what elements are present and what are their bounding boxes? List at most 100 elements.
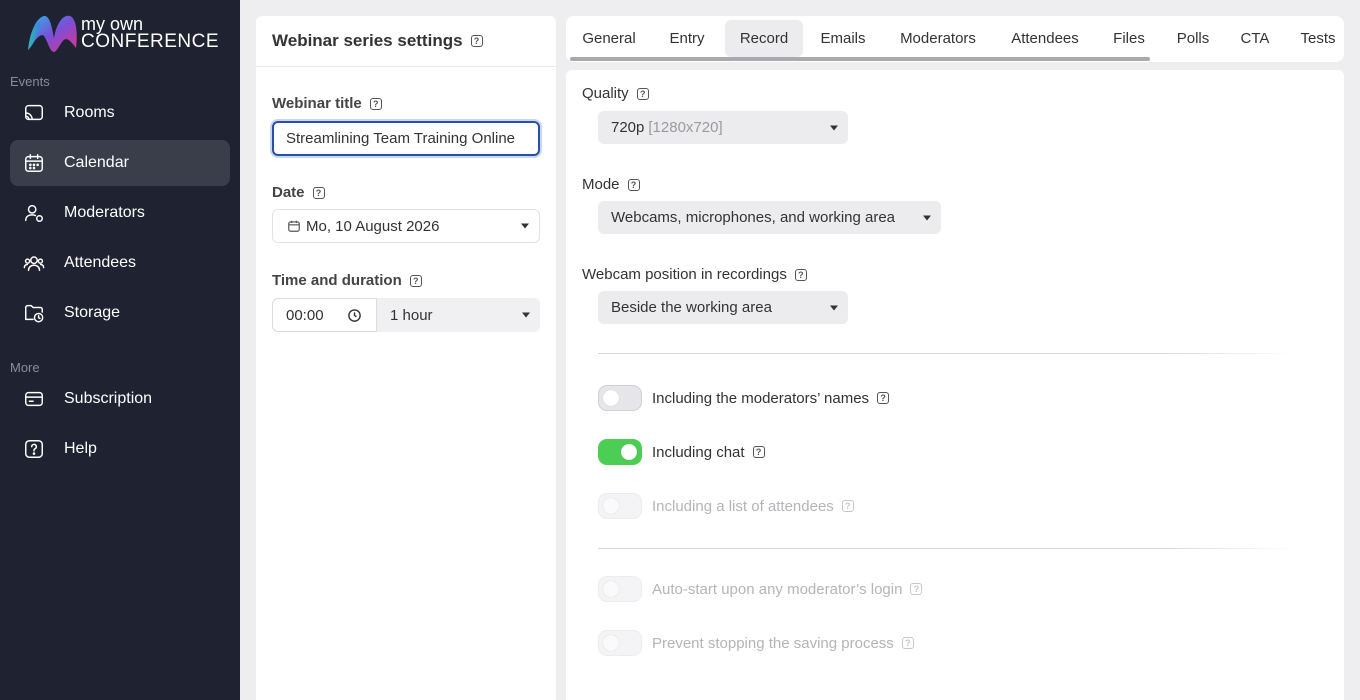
logo[interactable]: my own CONFERENCE [26, 12, 226, 56]
mode-value: Webcams, microphones, and working area [611, 209, 896, 226]
toggle-knob [603, 635, 619, 651]
help-icon [22, 437, 46, 461]
chevron-down-icon [830, 305, 838, 310]
tab-polls[interactable]: Polls [1166, 20, 1220, 57]
sidebar-item-help[interactable]: Help [10, 426, 230, 472]
logo-line2: CONFERENCE [81, 31, 220, 52]
chevron-down-icon [521, 223, 529, 229]
mode-label-text: Mode [582, 176, 620, 193]
sidebar-item-label: Attendees [64, 254, 137, 271]
webcam-position-label: Webcam position in recordings? [582, 266, 807, 283]
tabs-scrollbar[interactable] [570, 57, 1150, 61]
help-icon[interactable]: ? [636, 88, 649, 101]
sidebar-item-label: Calendar [64, 154, 129, 171]
help-icon[interactable]: ? [752, 446, 765, 458]
panel-header: Webinar series settings ? [256, 16, 556, 67]
panel-title: Webinar series settings [272, 31, 463, 50]
prevent-stop-toggle [598, 630, 642, 656]
quality-label: Quality? [582, 85, 649, 102]
tab-general[interactable]: General [572, 20, 646, 57]
help-icon[interactable]: ? [910, 583, 923, 595]
tab-tests[interactable]: Tests [1290, 20, 1344, 57]
sidebar-item-rooms[interactable]: Rooms [10, 90, 230, 136]
toggle-label: Prevent stopping the saving process [652, 634, 894, 652]
help-icon[interactable]: ? [841, 500, 854, 512]
attendees-list-toggle [598, 493, 642, 519]
chevron-down-icon [923, 215, 931, 220]
tab-files[interactable]: Files [1102, 20, 1156, 57]
help-icon[interactable]: ? [794, 269, 807, 282]
sidebar-item-subscription[interactable]: Subscription [10, 376, 230, 422]
moderators-names-toggle[interactable] [598, 385, 642, 411]
webcam-position-value: Beside the working area [611, 299, 772, 316]
toggle-row-chat: Including chat ? [598, 439, 765, 465]
tab-emails[interactable]: Emails [808, 20, 878, 57]
quality-select[interactable]: 720p [1280x720] [598, 111, 848, 144]
sidebar-item-moderators[interactable]: Moderators [10, 190, 230, 236]
help-icon[interactable]: ? [470, 35, 483, 47]
toggle-label: Including chat [652, 443, 745, 461]
sidebar: my own CONFERENCE Events Rooms Calendar … [0, 0, 240, 700]
sidebar-item-label: Help [64, 440, 97, 457]
record-settings-panel: Quality? 720p [1280x720] Mode? Webcams, … [566, 70, 1344, 700]
chevron-down-icon [522, 312, 530, 318]
tab-cta[interactable]: CTA [1230, 20, 1280, 57]
toggle-knob [603, 581, 619, 597]
sidebar-item-label: Moderators [64, 204, 145, 221]
logo-mark-icon [28, 15, 77, 52]
time-duration-label: Time and duration? [272, 272, 422, 289]
chevron-down-icon [830, 125, 838, 130]
quality-label-text: Quality [582, 85, 629, 102]
webcam-position-select[interactable]: Beside the working area [598, 291, 848, 324]
mode-select[interactable]: Webcams, microphones, and working area [598, 201, 941, 234]
sidebar-item-label: Storage [64, 304, 121, 321]
attendees-icon [22, 251, 46, 275]
toggle-row-attendees-list: Including a list of attendees ? [598, 493, 854, 519]
help-icon[interactable]: ? [312, 187, 325, 200]
divider [598, 548, 1298, 549]
help-icon[interactable]: ? [901, 637, 914, 649]
wallet-icon [22, 387, 46, 411]
chat-toggle[interactable] [598, 439, 642, 465]
duration-value: 1 hour [390, 306, 433, 324]
toggle-row-auto-start: Auto-start upon any moderator’s login ? [598, 576, 923, 602]
mode-label: Mode? [582, 176, 640, 193]
tab-attendees[interactable]: Attendees [1000, 20, 1090, 57]
sidebar-item-attendees[interactable]: Attendees [10, 240, 230, 286]
date-select[interactable]: Mo, 10 August 2026 [272, 209, 540, 243]
date-label-text: Date [272, 184, 305, 201]
quality-value: 720p [611, 119, 645, 136]
duration-select[interactable]: 1 hour [377, 298, 540, 332]
toggle-label: Including a list of attendees [652, 497, 834, 515]
tab-record[interactable]: Record [725, 20, 803, 57]
webinar-settings-panel: Webinar series settings ? Webinar title?… [256, 16, 556, 700]
tab-moderators[interactable]: Moderators [886, 20, 990, 57]
help-icon[interactable]: ? [877, 392, 890, 404]
tab-entry[interactable]: Entry [652, 20, 722, 57]
calendar-icon [288, 220, 300, 232]
help-icon[interactable]: ? [409, 275, 422, 288]
logo-text: my own CONFERENCE [81, 15, 220, 52]
toggle-knob [603, 390, 619, 406]
tabs-bar: General Entry Record Emails Moderators A… [566, 16, 1344, 62]
time-input[interactable]: 00:00 [272, 298, 377, 332]
sidebar-item-label: Subscription [64, 390, 153, 407]
toggle-label: Auto-start upon any moderator’s login [652, 580, 903, 598]
toggle-knob [603, 498, 619, 514]
clock-icon [348, 309, 361, 322]
help-icon[interactable]: ? [627, 179, 640, 192]
sidebar-item-calendar[interactable]: Calendar [10, 140, 230, 186]
sidebar-item-storage[interactable]: Storage [10, 290, 230, 336]
section-label-more: More [10, 360, 40, 375]
moderator-icon [22, 201, 46, 225]
date-value: Mo, 10 August 2026 [306, 217, 440, 235]
webcam-position-label-text: Webcam position in recordings [582, 266, 787, 283]
webinar-title-input[interactable] [272, 121, 540, 156]
sidebar-item-label: Rooms [64, 104, 115, 121]
help-icon[interactable]: ? [369, 98, 382, 111]
auto-start-toggle [598, 576, 642, 602]
cast-icon [22, 101, 46, 125]
calendar-icon [22, 151, 46, 175]
divider [598, 353, 1298, 354]
time-value: 00:00 [286, 306, 324, 324]
